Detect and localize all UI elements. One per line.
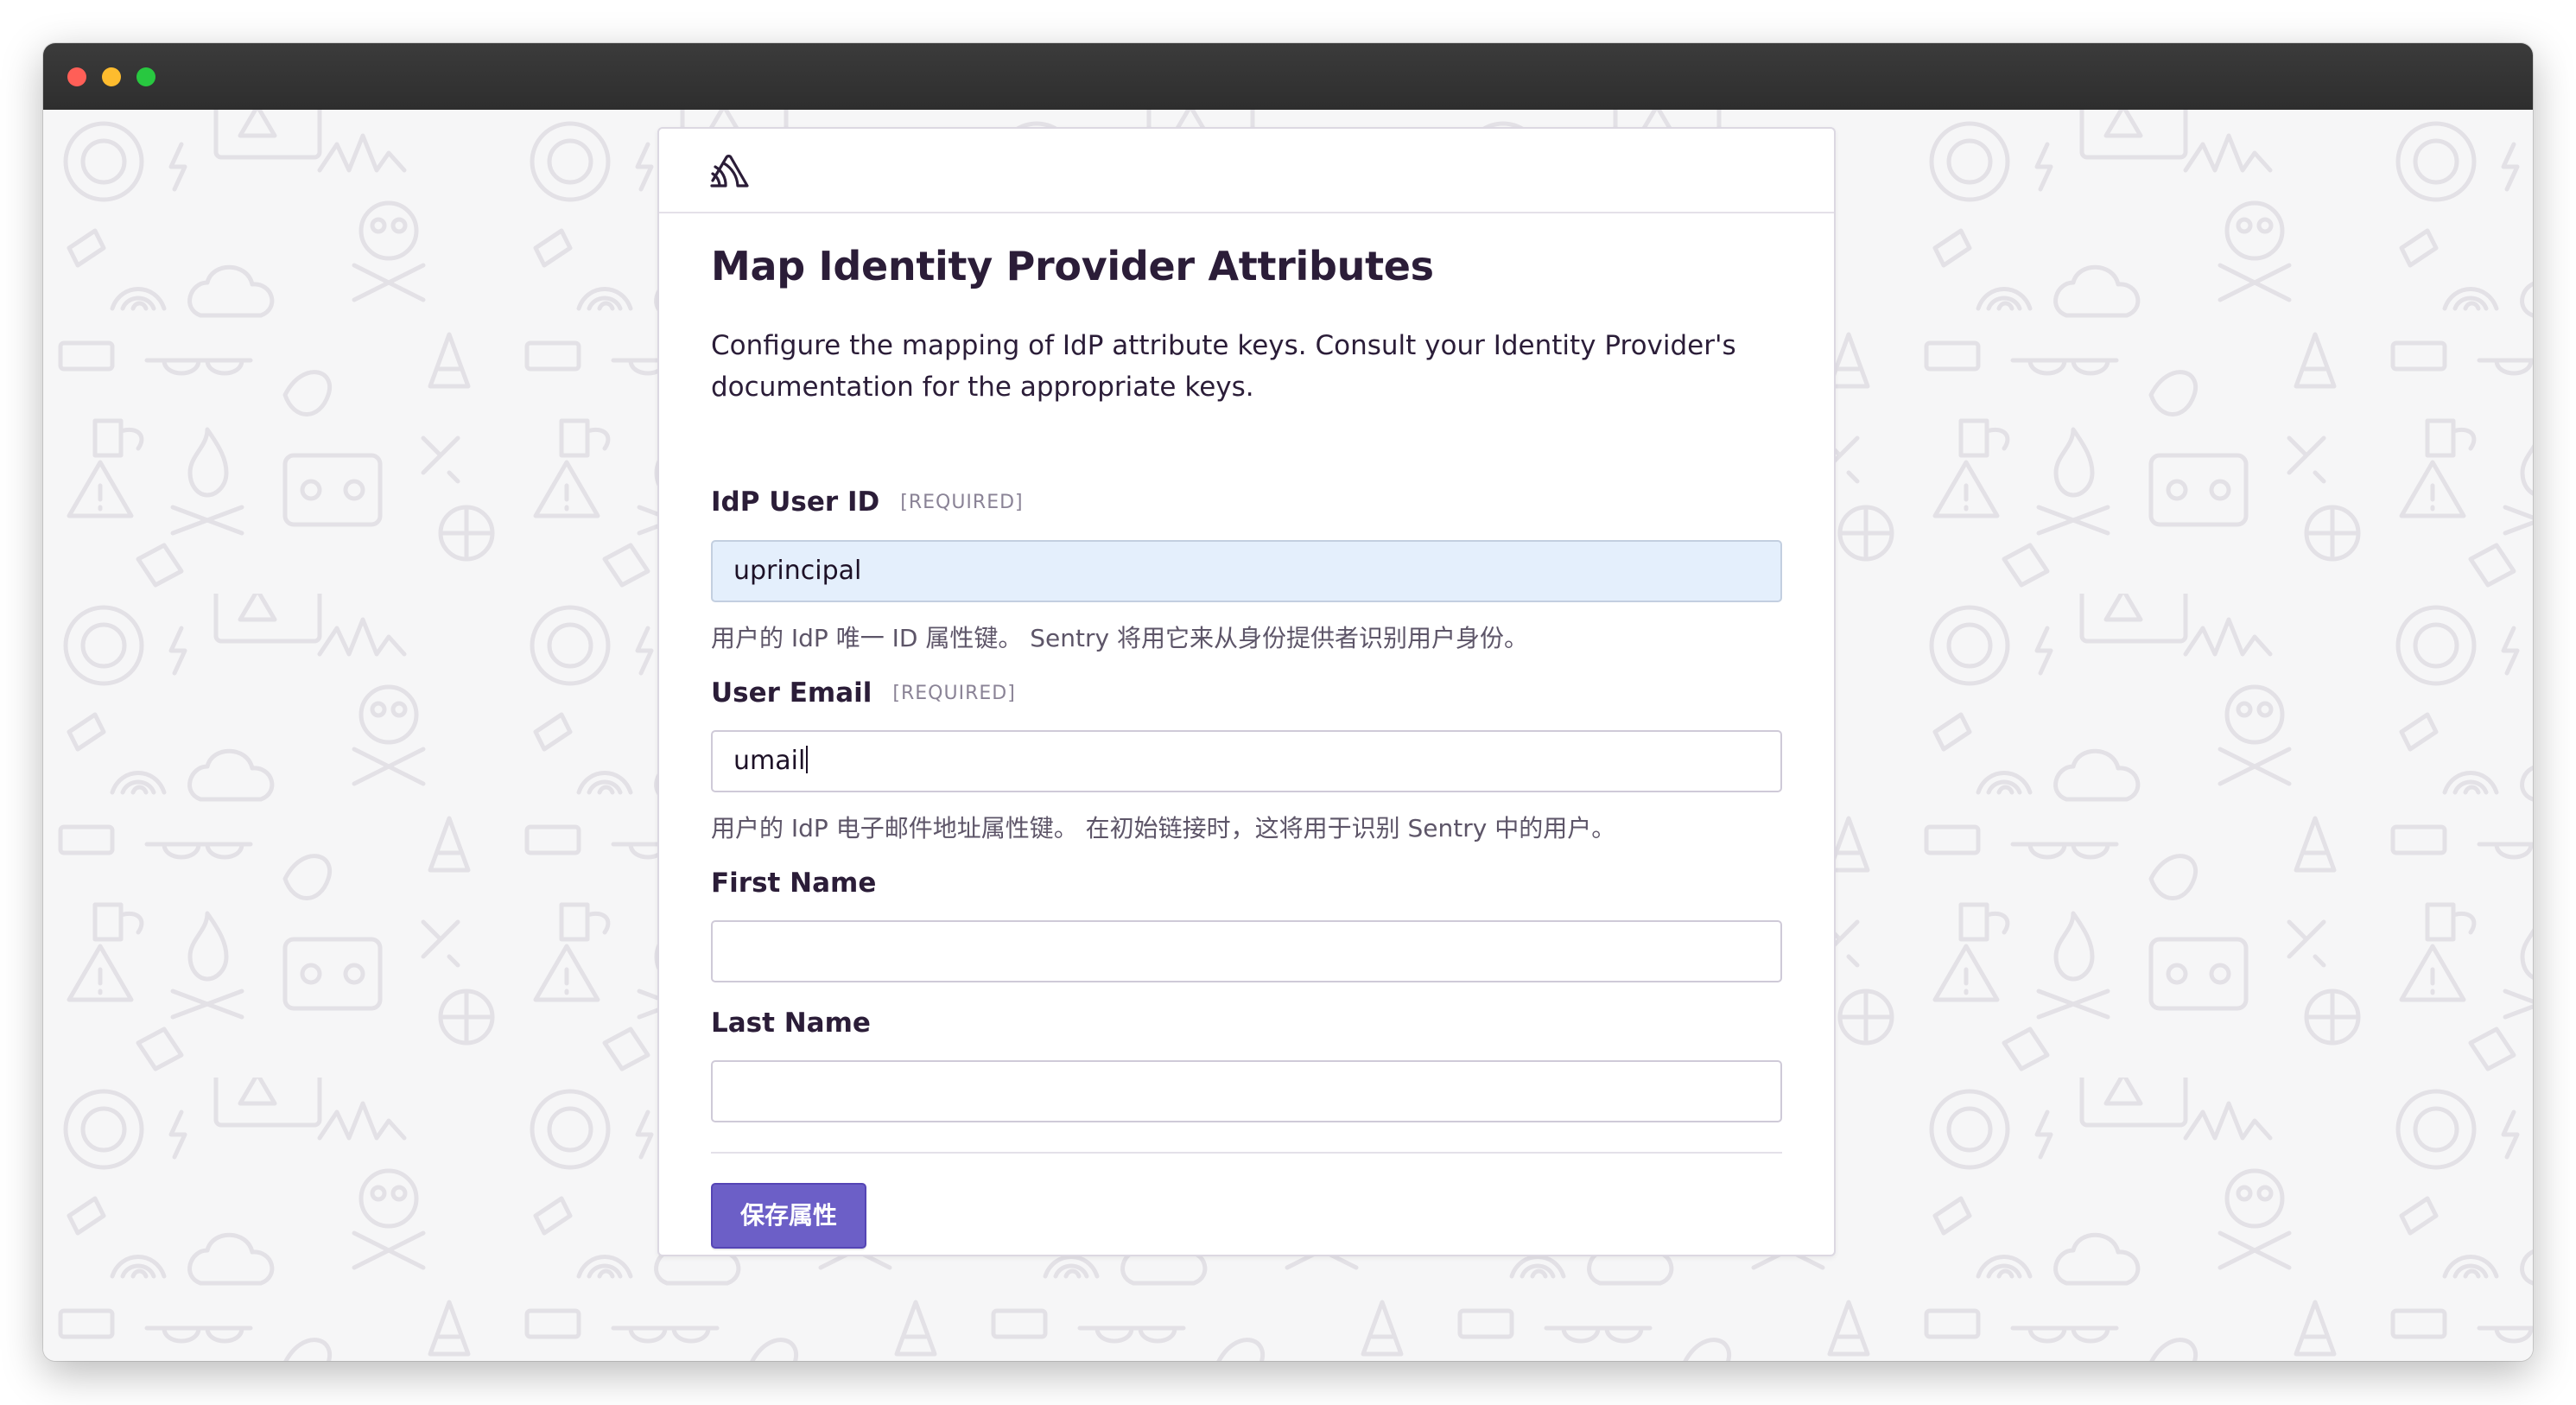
idp-user-id-help: 用户的 IdP 唯一 ID 属性键。 Sentry 将用它来从身份提供者识别用户…: [711, 624, 1528, 652]
form-divider: [711, 1152, 1782, 1154]
card-header: [659, 129, 1834, 213]
idp-user-id-label-text: IdP User ID: [711, 486, 880, 518]
user-email-input[interactable]: umail: [711, 730, 1782, 792]
user-email-label: User Email [REQUIRED]: [711, 677, 1016, 709]
text-caret: [806, 746, 809, 773]
user-email-help: 用户的 IdP 电子邮件地址属性键。 在初始链接时，这将用于识别 Sentry …: [711, 814, 1616, 842]
first-name-input[interactable]: [711, 920, 1782, 982]
idp-user-id-value: uprincipal: [733, 556, 862, 586]
last-name-label: Last Name: [711, 1008, 871, 1039]
minimize-window-button[interactable]: [102, 67, 121, 86]
required-tag: [REQUIRED]: [892, 683, 1016, 704]
zoom-window-button[interactable]: [136, 67, 155, 86]
user-email-value: umail: [733, 746, 806, 776]
required-tag: [REQUIRED]: [900, 492, 1024, 513]
last-name-input[interactable]: [711, 1060, 1782, 1122]
idp-user-id-label: IdP User ID [REQUIRED]: [711, 486, 1024, 518]
idp-user-id-input[interactable]: uprincipal: [711, 540, 1782, 602]
save-attributes-button[interactable]: 保存属性: [711, 1183, 866, 1249]
first-name-label: First Name: [711, 868, 877, 899]
window-titlebar: [43, 43, 2533, 110]
user-email-label-text: User Email: [711, 677, 872, 709]
page-description: Configure the mapping of IdP attribute k…: [711, 330, 1736, 403]
page-title: Map Identity Provider Attributes: [711, 243, 1434, 289]
sentry-logo-icon: [710, 155, 749, 188]
sso-attribute-mapping-card: Map Identity Provider Attributes Configu…: [657, 127, 1836, 1256]
close-window-button[interactable]: [67, 67, 86, 86]
